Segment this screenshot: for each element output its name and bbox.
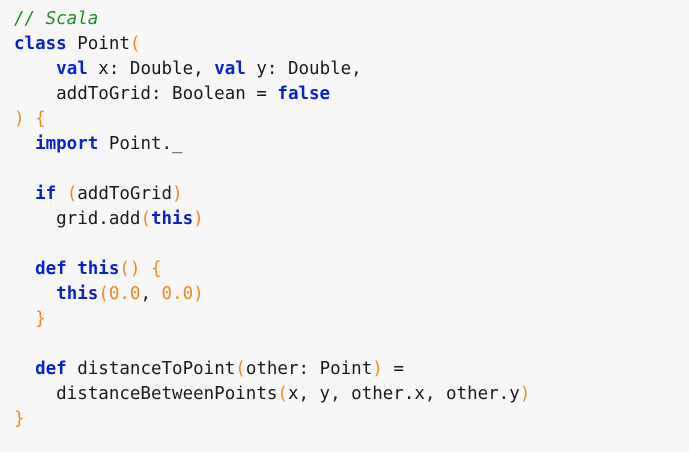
code-token-punct: (: [129, 34, 141, 54]
code-line: def this() {: [14, 257, 689, 282]
code-line: // Scala: [14, 7, 689, 32]
code-token-plain: ,: [140, 284, 162, 304]
code-line: distanceBetweenPoints(x, y, other.x, oth…: [14, 382, 689, 407]
code-line: this(0.0, 0.0): [14, 282, 689, 307]
code-token-number: 0.0: [161, 284, 194, 304]
code-token-punct: ): [193, 284, 204, 304]
code-token-punct: () {: [119, 259, 162, 279]
code-token-plain: addToGrid: [77, 184, 173, 204]
code-token-keyword: false: [277, 84, 331, 104]
code-token-punct: (: [277, 384, 288, 404]
code-token-plain: addToGrid: Boolean =: [14, 84, 278, 104]
code-token-plain: other: Point: [245, 359, 373, 379]
code-token-punct: ): [519, 384, 531, 404]
code-token-plain: distanceToPoint: [66, 359, 236, 379]
code-token-keyword: import: [35, 134, 99, 154]
code-token-plain: distanceBetweenPoints: [14, 384, 278, 404]
code-token-plain: Point: [66, 34, 130, 54]
code-token-keyword: def: [35, 359, 67, 379]
code-token-punct: (: [140, 209, 151, 229]
code-token-punct: ) {: [14, 109, 46, 129]
code-token-punct: (: [235, 359, 246, 379]
code-line: def distanceToPoint(other: Point) =: [14, 357, 689, 382]
code-token-punct: ): [372, 359, 383, 379]
code-line: grid.add(this): [14, 207, 689, 232]
code-token-punct: (: [66, 184, 78, 204]
code-token-plain: Point._: [98, 134, 183, 154]
code-token-plain: x: Double,: [87, 59, 215, 79]
code-line: addToGrid: Boolean = false: [14, 82, 689, 107]
code-token-plain: grid.add: [14, 209, 141, 229]
code-token-keyword: val: [56, 59, 88, 79]
code-line: class Point(: [14, 32, 689, 57]
code-token-keyword: if: [35, 184, 57, 204]
code-line: if (addToGrid): [14, 182, 689, 207]
code-token-plain: x, y, other.x, other.y: [287, 384, 520, 404]
code-token-keyword: class: [14, 34, 67, 54]
code-token-keyword: this: [77, 259, 120, 279]
code-token-number: 0.0: [108, 284, 141, 304]
code-token-keyword: this: [150, 209, 194, 229]
code-token-keyword: def: [35, 259, 67, 279]
code-token-comment: // Scala: [14, 9, 99, 29]
code-block: // Scala class Point( val x: Double, val …: [0, 0, 689, 452]
code-token-punct: ): [193, 209, 204, 229]
code-token-plain: y: Double,: [245, 59, 362, 79]
code-token-punct: }: [35, 309, 46, 329]
code-line: }: [14, 407, 689, 432]
code-line: import Point._: [14, 132, 689, 157]
code-token-plain: =: [382, 359, 404, 379]
code-token-punct: ): [172, 184, 183, 204]
code-token-keyword: val: [214, 59, 246, 79]
code-token-punct: }: [14, 409, 25, 429]
code-line: val x: Double, val y: Double,: [14, 57, 689, 82]
code-line: ) {: [14, 107, 689, 132]
code-line: }: [14, 307, 689, 332]
code-token-keyword: this: [56, 284, 99, 304]
code-token-punct: (: [98, 284, 109, 304]
